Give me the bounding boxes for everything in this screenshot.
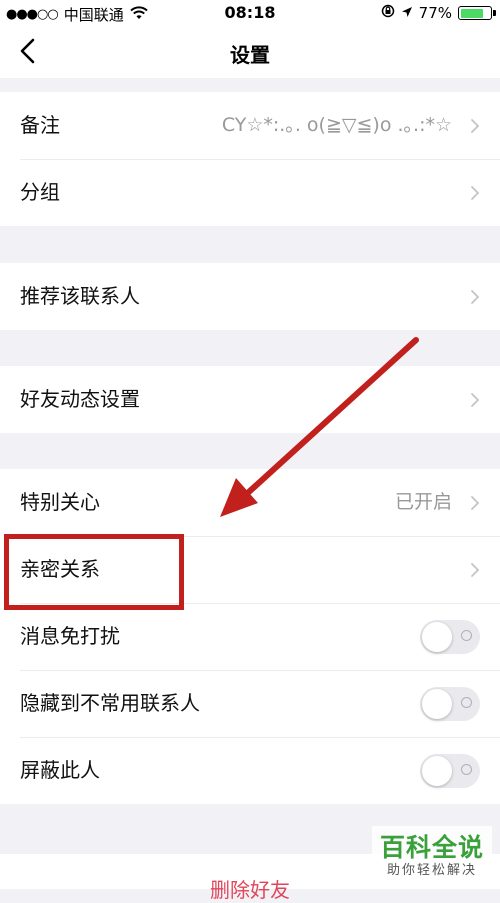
section-remark-group: 备注 CY☆*:.｡. o(≧▽≦)o .｡.:*☆ 分组: [0, 92, 500, 226]
row-remark-value: CY☆*:.｡. o(≧▽≦)o .｡.:*☆: [221, 114, 452, 136]
section-recommend: 推荐该联系人: [0, 263, 500, 330]
toggle-off-icon: [461, 764, 472, 775]
row-dnd-label: 消息免打扰: [20, 624, 120, 648]
watermark-logo: 百科全说 助你轻松解决: [372, 826, 492, 882]
row-intimate-relationship[interactable]: 亲密关系: [0, 536, 500, 603]
chevron-right-icon: [471, 119, 480, 133]
row-hide-uncommon: 隐藏到不常用联系人: [0, 670, 500, 737]
row-moments-settings[interactable]: 好友动态设置: [0, 366, 500, 433]
nav-bar: 设置: [0, 26, 500, 78]
row-remark[interactable]: 备注 CY☆*:.｡. o(≧▽≦)o .｡.:*☆: [0, 92, 500, 159]
battery-level: [460, 8, 483, 18]
chevron-right-icon: [471, 496, 480, 510]
row-do-not-disturb: 消息免打扰: [0, 603, 500, 670]
chevron-right-icon: [471, 563, 480, 577]
battery-tip: [493, 10, 496, 16]
watermark-subtitle: 助你轻松解决: [386, 863, 477, 878]
chevron-right-icon: [471, 290, 480, 304]
battery-icon: [458, 6, 496, 20]
location-icon: [401, 4, 413, 22]
row-group-label: 分组: [20, 180, 60, 204]
rotation-lock-icon: [381, 4, 395, 22]
toggle-off-icon: [461, 630, 472, 641]
row-group[interactable]: 分组: [0, 159, 500, 226]
row-hide-label: 隐藏到不常用联系人: [20, 691, 200, 715]
status-right: 77%: [381, 4, 496, 22]
row-special-care-label: 特别关心: [20, 490, 100, 514]
row-intimate-label: 亲密关系: [20, 557, 100, 581]
toggle-off-icon: [461, 697, 472, 708]
page-title: 设置: [230, 43, 270, 67]
row-recommend-label: 推荐该联系人: [20, 284, 140, 308]
dnd-toggle[interactable]: [420, 620, 480, 654]
block-toggle[interactable]: [420, 754, 480, 788]
row-special-care[interactable]: 特别关心 已开启: [0, 469, 500, 536]
toggle-knob: [422, 756, 452, 786]
row-block: 屏蔽此人: [0, 737, 500, 804]
chevron-right-icon: [471, 186, 480, 200]
toggle-knob: [422, 689, 452, 719]
section-moments: 好友动态设置: [0, 366, 500, 433]
toggle-knob: [422, 622, 452, 652]
row-block-label: 屏蔽此人: [20, 758, 100, 782]
battery-percent: 77%: [418, 4, 452, 22]
hide-uncommon-toggle[interactable]: [420, 687, 480, 721]
row-special-care-value: 已开启: [394, 491, 452, 513]
row-moments-label: 好友动态设置: [20, 387, 140, 411]
row-recommend[interactable]: 推荐该联系人: [0, 263, 500, 330]
chevron-right-icon: [471, 393, 480, 407]
status-bar: ●●●○○ 中国联通 08:18 77%: [0, 0, 500, 26]
section-relationship: 特别关心 已开启 亲密关系 消息免打扰 隐藏到不常用联系人 屏蔽此人: [0, 469, 500, 804]
row-remark-label: 备注: [20, 113, 60, 137]
